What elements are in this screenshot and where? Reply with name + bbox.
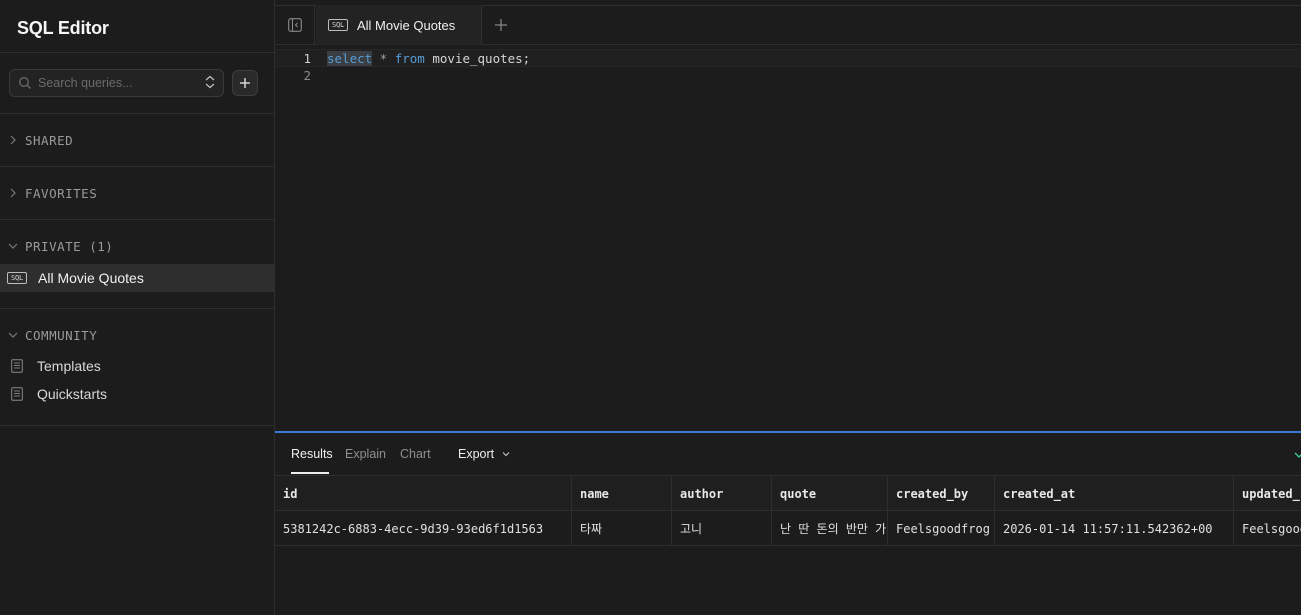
section-label: FAVORITES (25, 185, 98, 201)
column-header[interactable]: id (275, 476, 572, 511)
chevron-down-icon (502, 452, 510, 457)
table-cell[interactable]: 타짜 (572, 511, 672, 546)
divider (0, 425, 274, 426)
table-cell[interactable]: 5381242c-6883-4ecc-9d39-93ed6f1d1563 (275, 511, 572, 546)
tab-explain[interactable]: Explain (345, 447, 386, 461)
divider (0, 52, 274, 53)
chevron-right-icon (10, 188, 16, 198)
sidebar-item-all-movie-quotes[interactable]: SQL All Movie Quotes (0, 264, 274, 292)
section-shared[interactable]: SHARED (0, 130, 274, 150)
table-cell[interactable]: 난 딴 돈의 반만 가 (772, 511, 888, 546)
divider (0, 308, 274, 309)
chevron-down-icon[interactable] (1293, 449, 1301, 461)
sidebar: SQL Editor SHARED (0, 0, 275, 615)
section-label: COMMUNITY (25, 327, 98, 343)
plus-icon (240, 78, 250, 88)
column-header[interactable]: created_by (888, 476, 995, 511)
sidebar-item-label: Quickstarts (37, 386, 108, 402)
tab-chart[interactable]: Chart (400, 447, 431, 461)
chevron-right-icon (10, 135, 16, 145)
sql-file-icon: SQL (7, 272, 27, 284)
document-icon (11, 387, 23, 401)
column-header[interactable]: author (672, 476, 772, 511)
column-header[interactable]: created_at (995, 476, 1234, 511)
results-grid: id name author quote created_by created_… (275, 476, 1301, 615)
sidebar-item-label: All Movie Quotes (38, 270, 144, 286)
editor-line[interactable]: 2 (275, 67, 1301, 85)
table-cell[interactable]: 고니 (672, 511, 772, 546)
sidebar-collapse-button[interactable] (275, 6, 315, 44)
sidebar-item-templates[interactable]: Templates (0, 354, 274, 378)
column-header[interactable]: name (572, 476, 672, 511)
table-row[interactable]: 5381242c-6883-4ecc-9d39-93ed6f1d1563 타짜 … (275, 511, 1301, 546)
keyword: from (394, 51, 425, 66)
section-label: SHARED (25, 132, 74, 148)
column-header[interactable]: quote (772, 476, 888, 511)
chevron-down-icon (8, 332, 18, 338)
section-label: PRIVATE (1) (25, 238, 114, 254)
results-panel: Results Explain Chart Export id name aut… (275, 433, 1301, 615)
sql-file-icon: SQL (328, 19, 348, 31)
tab-all-movie-quotes[interactable]: SQL All Movie Quotes (316, 5, 482, 45)
app-root: SQL Editor SHARED (0, 0, 1301, 615)
sidebar-collapse-icon (287, 18, 302, 32)
divider (0, 113, 274, 114)
table-cell[interactable]: 2026-01-14 11:57:11.542362+00 (995, 511, 1234, 546)
keyword: select (327, 51, 373, 66)
sort-icon[interactable] (203, 75, 217, 91)
search-box[interactable] (9, 69, 224, 97)
results-tab-bar: Results Explain Chart Export (275, 433, 1301, 476)
search-input[interactable] (38, 74, 198, 92)
sidebar-item-quickstarts[interactable]: Quickstarts (0, 382, 274, 406)
sql-editor[interactable]: 1 select * from movie_quotes; 2 (275, 45, 1301, 431)
code-text[interactable]: select * from movie_quotes; (327, 51, 530, 66)
section-favorites[interactable]: FAVORITES (0, 183, 274, 203)
divider (0, 219, 274, 220)
section-private[interactable]: PRIVATE (1) (0, 236, 274, 256)
chevron-down-icon (8, 243, 18, 249)
editor-line[interactable]: 1 select * from movie_quotes; (275, 49, 1301, 67)
sidebar-item-label: Templates (37, 358, 101, 374)
new-query-button[interactable] (232, 70, 258, 96)
search-icon (19, 77, 31, 89)
operator: * (372, 51, 395, 66)
table-cell[interactable]: Feelsgoodfrog (1234, 511, 1301, 546)
tab-label: All Movie Quotes (357, 17, 456, 33)
document-icon (11, 359, 23, 373)
active-tab-underline (291, 472, 329, 474)
sidebar-title: SQL Editor (17, 18, 109, 38)
divider (0, 166, 274, 167)
column-header[interactable]: updated_ (1234, 476, 1301, 511)
identifier: movie_quotes; (424, 51, 531, 66)
tab-results[interactable]: Results (291, 447, 333, 461)
export-label: Export (458, 447, 495, 461)
section-community[interactable]: COMMUNITY (0, 325, 274, 345)
grid-header-row: id name author quote created_by created_… (275, 476, 1301, 511)
new-tab-plus-icon[interactable] (493, 17, 509, 33)
line-number: 2 (303, 68, 311, 83)
table-cell[interactable]: Feelsgoodfrog (888, 511, 995, 546)
tab-bar: SQL All Movie Quotes (275, 5, 1301, 45)
export-button[interactable]: Export (458, 447, 511, 461)
line-number: 1 (303, 51, 311, 66)
